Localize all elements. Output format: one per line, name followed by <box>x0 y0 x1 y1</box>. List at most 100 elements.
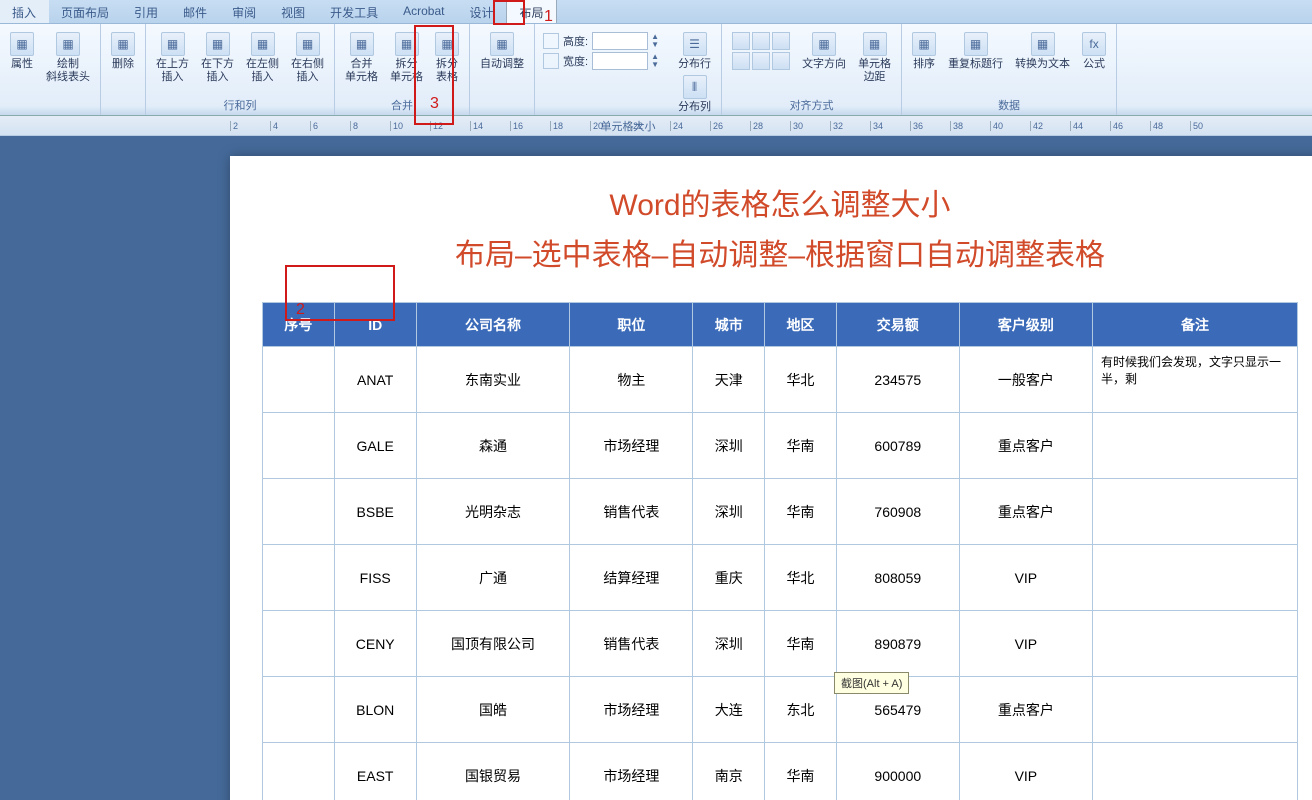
cell[interactable]: 物主 <box>570 347 693 413</box>
cell[interactable]: 南京 <box>693 743 765 800</box>
cell[interactable]: 深圳 <box>693 611 765 677</box>
在下方-插入-button[interactable]: ▦在下方 插入 <box>195 30 240 86</box>
cell[interactable] <box>1092 611 1297 677</box>
table-row[interactable]: GALE森通市场经理深圳华南600789重点客户 <box>263 413 1298 479</box>
cell[interactable]: 东南实业 <box>416 347 570 413</box>
cell[interactable] <box>263 545 335 611</box>
cell[interactable]: 一般客户 <box>959 347 1092 413</box>
col-客户级别[interactable]: 客户级别 <box>959 303 1092 347</box>
table-row[interactable]: BLON国皓市场经理大连东北565479重点客户 <box>263 677 1298 743</box>
table-row[interactable]: EAST国银贸易市场经理南京华南900000VIP <box>263 743 1298 800</box>
table-row[interactable]: ANAT东南实业物主天津华北234575一般客户有时候我们会发现，文字只显示一半… <box>263 347 1298 413</box>
table-row[interactable]: CENY国顶有限公司销售代表深圳华南890879VIP <box>263 611 1298 677</box>
cell[interactable]: 销售代表 <box>570 611 693 677</box>
cell[interactable] <box>1092 545 1297 611</box>
tab-视图[interactable]: 视图 <box>269 0 318 23</box>
cell[interactable]: 东北 <box>765 677 837 743</box>
cell[interactable]: GALE <box>334 413 416 479</box>
col-备注[interactable]: 备注 <box>1092 303 1297 347</box>
cell[interactable]: 900000 <box>836 743 959 800</box>
cell[interactable]: EAST <box>334 743 416 800</box>
cell[interactable]: 760908 <box>836 479 959 545</box>
data-table[interactable]: 序号ID公司名称职位城市地区交易额客户级别备注 ANAT东南实业物主天津华北23… <box>262 302 1298 800</box>
cell[interactable]: 华南 <box>765 611 837 677</box>
自动调整-button[interactable]: ▦自动调整 <box>474 30 530 73</box>
排序-button[interactable]: ▦排序 <box>906 30 942 73</box>
cell[interactable] <box>263 347 335 413</box>
cell[interactable]: 销售代表 <box>570 479 693 545</box>
拆分-单元格-button[interactable]: ▦拆分 单元格 <box>384 30 429 86</box>
col-交易额[interactable]: 交易额 <box>836 303 959 347</box>
cell[interactable]: 光明杂志 <box>416 479 570 545</box>
cell[interactable] <box>263 677 335 743</box>
cell[interactable]: 结算经理 <box>570 545 693 611</box>
tab-页面布局[interactable]: 页面布局 <box>49 0 122 23</box>
cell[interactable] <box>263 611 335 677</box>
cell[interactable]: 华北 <box>765 545 837 611</box>
cell[interactable]: 华南 <box>765 413 837 479</box>
col-职位[interactable]: 职位 <box>570 303 693 347</box>
重复标题行-button[interactable]: ▦重复标题行 <box>942 30 1009 73</box>
cell[interactable]: 国皓 <box>416 677 570 743</box>
cell[interactable]: 华南 <box>765 743 837 800</box>
cell[interactable]: 重点客户 <box>959 479 1092 545</box>
cell[interactable]: 森通 <box>416 413 570 479</box>
删除-button[interactable]: ▦删除 <box>105 30 141 73</box>
cell[interactable] <box>1092 479 1297 545</box>
table-row[interactable]: BSBE光明杂志销售代表深圳华南760908重点客户 <box>263 479 1298 545</box>
cell[interactable]: 华北 <box>765 347 837 413</box>
width-input[interactable] <box>592 52 648 70</box>
cell[interactable]: 重点客户 <box>959 413 1092 479</box>
在上方-插入-button[interactable]: ▦在上方 插入 <box>150 30 195 86</box>
cell[interactable] <box>1092 677 1297 743</box>
cell[interactable]: BLON <box>334 677 416 743</box>
cell[interactable] <box>1092 743 1297 800</box>
cell[interactable]: 有时候我们会发现，文字只显示一半，剩 <box>1092 347 1297 413</box>
cell[interactable]: 国顶有限公司 <box>416 611 570 677</box>
cell[interactable]: 国银贸易 <box>416 743 570 800</box>
在左侧-插入-button[interactable]: ▦在左侧 插入 <box>240 30 285 86</box>
col-ID[interactable]: ID <box>334 303 416 347</box>
cell[interactable]: CENY <box>334 611 416 677</box>
tab-引用[interactable]: 引用 <box>122 0 171 23</box>
cell[interactable]: 广通 <box>416 545 570 611</box>
col-地区[interactable]: 地区 <box>765 303 837 347</box>
转换为文本-button[interactable]: ▦转换为文本 <box>1009 30 1076 73</box>
alignment-grid[interactable] <box>732 32 790 70</box>
cell[interactable]: VIP <box>959 545 1092 611</box>
cell[interactable]: 深圳 <box>693 413 765 479</box>
cell[interactable]: 600789 <box>836 413 959 479</box>
cell[interactable] <box>263 479 335 545</box>
cell[interactable]: 890879 <box>836 611 959 677</box>
tab-开发工具[interactable]: 开发工具 <box>318 0 391 23</box>
cell[interactable]: 市场经理 <box>570 413 693 479</box>
cell[interactable]: 市场经理 <box>570 743 693 800</box>
cell[interactable]: 234575 <box>836 347 959 413</box>
cell[interactable] <box>263 413 335 479</box>
cell[interactable] <box>1092 413 1297 479</box>
col-公司名称[interactable]: 公司名称 <box>416 303 570 347</box>
文字方向-button[interactable]: ▦文字方向 <box>796 30 852 86</box>
distribute-cols-button[interactable]: ⦀分布列 <box>672 73 717 116</box>
col-城市[interactable]: 城市 <box>693 303 765 347</box>
cell[interactable]: 市场经理 <box>570 677 693 743</box>
spinner-icon[interactable]: ▲▼ <box>648 53 662 69</box>
属性-button[interactable]: ▦属性 <box>4 30 40 73</box>
cell[interactable]: 大连 <box>693 677 765 743</box>
cell[interactable]: FISS <box>334 545 416 611</box>
tab-插入[interactable]: 插入 <box>0 0 49 23</box>
cell[interactable]: 重庆 <box>693 545 765 611</box>
拆分-表格-button[interactable]: ▦拆分 表格 <box>429 30 465 86</box>
cell[interactable]: VIP <box>959 611 1092 677</box>
tab-审阅[interactable]: 审阅 <box>220 0 269 23</box>
cell[interactable]: 天津 <box>693 347 765 413</box>
cell[interactable]: 深圳 <box>693 479 765 545</box>
cell[interactable]: 808059 <box>836 545 959 611</box>
公式-button[interactable]: fx公式 <box>1076 30 1112 73</box>
cell[interactable]: BSBE <box>334 479 416 545</box>
cell[interactable]: 重点客户 <box>959 677 1092 743</box>
table-row[interactable]: FISS广通结算经理重庆华北808059VIP <box>263 545 1298 611</box>
cell[interactable] <box>263 743 335 800</box>
spinner-icon[interactable]: ▲▼ <box>648 33 662 49</box>
绘制-斜线表头-button[interactable]: ▦绘制 斜线表头 <box>40 30 96 86</box>
